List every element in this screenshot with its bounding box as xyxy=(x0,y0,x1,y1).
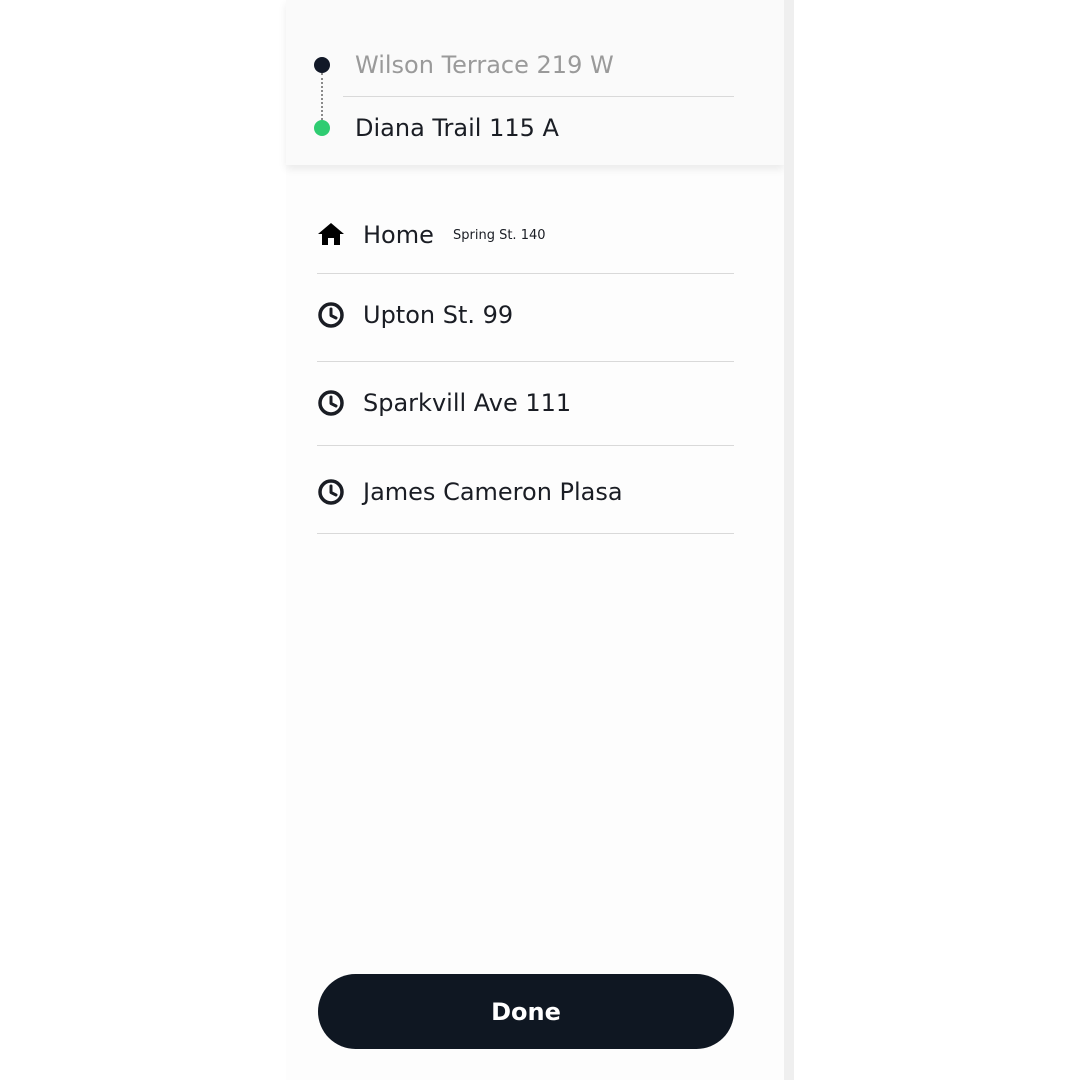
recent-place-item[interactable]: Upton St. 99 xyxy=(317,274,734,362)
route-picker-screen: Wilson Terrace 219 W Diana Trail 115 A H… xyxy=(286,0,784,1080)
window-edge-divider xyxy=(784,0,794,1080)
route-divider xyxy=(343,96,734,97)
origin-dot-icon xyxy=(314,57,330,73)
place-sublabel: Spring St. 140 xyxy=(453,228,546,243)
origin-field[interactable]: Wilson Terrace 219 W xyxy=(355,50,735,80)
place-label: Sparkvill Ave 111 xyxy=(363,389,572,417)
place-label: Upton St. 99 xyxy=(363,301,514,329)
clock-icon xyxy=(318,390,344,416)
recent-place-item[interactable]: James Cameron Plasa xyxy=(317,446,734,534)
destination-field[interactable]: Diana Trail 115 A xyxy=(355,113,735,143)
done-button[interactable]: Done xyxy=(318,974,734,1049)
saved-place-home[interactable]: Home Spring St. 140 xyxy=(317,186,734,274)
place-label: Home xyxy=(363,221,434,249)
route-connector-line xyxy=(321,73,323,120)
clock-icon xyxy=(318,479,344,505)
route-card: Wilson Terrace 219 W Diana Trail 115 A xyxy=(286,0,784,165)
place-label: James Cameron Plasa xyxy=(363,478,623,506)
recent-place-item[interactable]: Sparkvill Ave 111 xyxy=(317,358,734,446)
home-icon xyxy=(318,223,344,245)
destination-dot-icon xyxy=(314,120,330,136)
clock-icon xyxy=(318,302,344,328)
